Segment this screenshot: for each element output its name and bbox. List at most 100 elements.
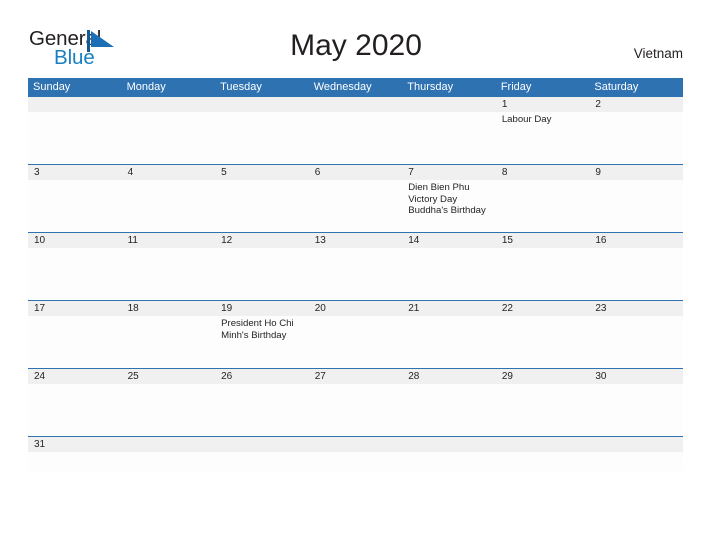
day-number-30[interactable]: 30 — [589, 369, 683, 384]
day-events-empty — [28, 112, 122, 164]
weekday-header-sunday: Sunday — [33, 81, 71, 93]
week-date-band: 24 25 26 27 28 29 30 — [28, 369, 683, 384]
day-number-empty — [215, 97, 309, 112]
weekday-header-row: Sunday Monday Tuesday Wednesday Thursday Frid… — [28, 78, 683, 97]
day-events-4 — [122, 180, 216, 232]
day-number-31[interactable]: 31 — [28, 437, 122, 452]
day-number-11[interactable]: 11 — [122, 233, 216, 248]
day-events-2 — [589, 112, 683, 164]
day-events-26 — [215, 384, 309, 436]
day-number-empty — [215, 437, 309, 452]
day-events-23 — [589, 316, 683, 368]
day-events-30 — [589, 384, 683, 436]
day-number-24[interactable]: 24 — [28, 369, 122, 384]
day-number-21[interactable]: 21 — [402, 301, 496, 316]
page-header: General Blue May 2020 Vietnam — [0, 0, 712, 78]
day-number-empty — [28, 97, 122, 112]
day-events-empty — [122, 112, 216, 164]
day-events-empty — [402, 452, 496, 471]
day-number-3[interactable]: 3 — [28, 165, 122, 180]
day-number-empty — [589, 437, 683, 452]
holiday-label: Dien Bien Phu Victory Day — [408, 182, 470, 205]
day-number-22[interactable]: 22 — [496, 301, 590, 316]
week-event-band: Labour Day — [28, 112, 683, 164]
day-number-13[interactable]: 13 — [309, 233, 403, 248]
day-events-8 — [496, 180, 590, 232]
day-events-empty — [122, 452, 216, 471]
day-number-empty — [122, 437, 216, 452]
weekday-header-friday: Friday — [500, 81, 532, 93]
day-events-14 — [402, 248, 496, 300]
day-number-23[interactable]: 23 — [589, 301, 683, 316]
day-number-20[interactable]: 20 — [309, 301, 403, 316]
holiday-label: Buddha's Birthday — [408, 205, 486, 217]
day-number-empty — [309, 97, 403, 112]
day-events-9 — [589, 180, 683, 232]
day-events-3 — [28, 180, 122, 232]
day-number-8[interactable]: 8 — [496, 165, 590, 180]
day-number-2[interactable]: 2 — [589, 97, 683, 112]
day-events-24 — [28, 384, 122, 436]
day-number-27[interactable]: 27 — [309, 369, 403, 384]
day-events-empty — [215, 452, 309, 471]
calendar-week-row: 10 11 12 13 14 15 16 — [28, 232, 683, 300]
day-events-31 — [28, 452, 122, 471]
day-events-empty — [496, 452, 590, 471]
day-events-5 — [215, 180, 309, 232]
day-events-28 — [402, 384, 496, 436]
calendar-week-row: 3 4 5 6 7 8 9 Dien Bien Phu Victory Day Buddha'… — [28, 164, 683, 232]
week-date-band: 3456789 — [28, 165, 683, 180]
day-number-17[interactable]: 17 — [28, 301, 122, 316]
day-number-1[interactable]: 1 — [496, 97, 590, 112]
day-events-13 — [309, 248, 403, 300]
day-number-26[interactable]: 26 — [215, 369, 309, 384]
week-event-band — [28, 248, 683, 300]
week-date-band: 12 — [28, 97, 683, 112]
weekday-header-saturday: Saturday — [594, 81, 639, 93]
day-events-6 — [309, 180, 403, 232]
week-event-band: Dien Bien Phu Victory Day Buddha's Birth… — [28, 180, 683, 232]
day-number-16[interactable]: 16 — [589, 233, 683, 248]
day-events-11 — [122, 248, 216, 300]
day-events-21 — [402, 316, 496, 368]
day-number-12[interactable]: 12 — [215, 233, 309, 248]
weekday-header-wednesday: Wednesday — [313, 81, 372, 93]
day-events-7[interactable]: Dien Bien Phu Victory Day Buddha's Birth… — [402, 180, 496, 232]
day-number-4[interactable]: 4 — [122, 165, 216, 180]
day-number-25[interactable]: 25 — [122, 369, 216, 384]
page-title: May 2020 — [290, 29, 422, 62]
day-number-14[interactable]: 14 — [402, 233, 496, 248]
day-number-15[interactable]: 15 — [496, 233, 590, 248]
weekday-header-monday: Monday — [126, 81, 166, 93]
day-number-29[interactable]: 29 — [496, 369, 590, 384]
day-events-29 — [496, 384, 590, 436]
day-number-6[interactable]: 6 — [309, 165, 403, 180]
day-events-1[interactable]: Labour Day — [496, 112, 590, 164]
country-label: Vietnam — [633, 46, 683, 61]
day-events-19[interactable]: President Ho Chi Minh's Birthday — [215, 316, 309, 368]
day-events-empty — [309, 452, 403, 471]
day-events-12 — [215, 248, 309, 300]
holiday-label: Labour Day — [501, 114, 552, 125]
day-events-25 — [122, 384, 216, 436]
calendar-week-row: 31 — [28, 436, 683, 471]
day-events-22 — [496, 316, 590, 368]
day-number-9[interactable]: 9 — [589, 165, 683, 180]
day-events-empty — [215, 112, 309, 164]
week-event-band: President Ho Chi Minh's Birthday — [28, 316, 683, 368]
week-date-band: 17 18 19 20 21 22 23 — [28, 301, 683, 316]
day-events-20 — [309, 316, 403, 368]
day-number-5[interactable]: 5 — [215, 165, 309, 180]
day-events-empty — [402, 112, 496, 164]
calendar-week-row: 1 2 Labour Day — [28, 97, 683, 164]
day-number-10[interactable]: 10 — [28, 233, 122, 248]
week-event-band — [28, 452, 683, 471]
calendar-weeks: 1 2 Labour Day 3 4 5 6 7 8 9 Dien Bien Phu Victory… — [28, 97, 683, 471]
day-number-28[interactable]: 28 — [402, 369, 496, 384]
day-number-7[interactable]: 7 — [402, 165, 496, 180]
week-date-band: 31 — [28, 437, 683, 452]
day-number-19[interactable]: 19 — [215, 301, 309, 316]
holiday-label: President Ho Chi Minh's Birthday — [221, 318, 294, 341]
day-number-18[interactable]: 18 — [122, 301, 216, 316]
weekday-header-tuesday: Tuesday — [220, 81, 262, 93]
